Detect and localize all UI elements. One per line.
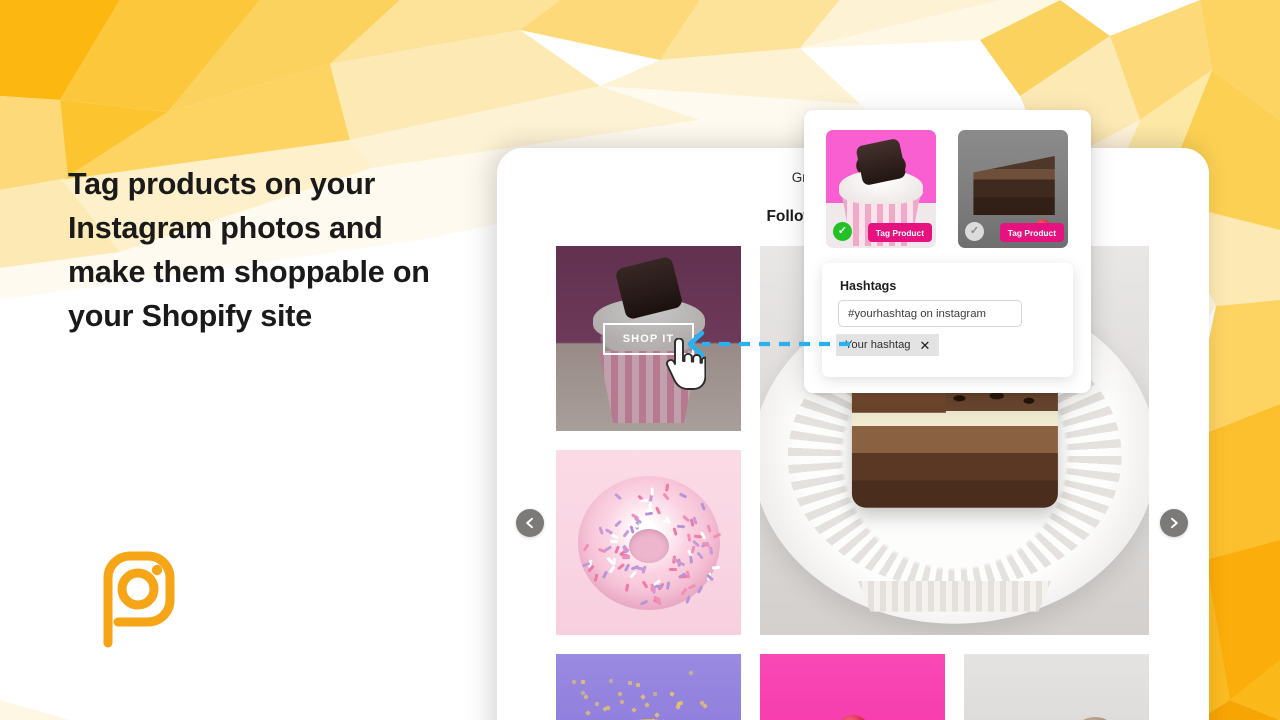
sprinkle-shape	[708, 546, 713, 555]
grid-photo-pink-cupcake[interactable]	[760, 654, 945, 720]
sprinkle-shape	[706, 524, 713, 533]
thumb-cake-shape	[973, 155, 1055, 215]
chevron-right-icon	[1171, 517, 1178, 529]
carousel-next-button[interactable]	[1160, 509, 1188, 537]
gold-flakes-shape	[556, 654, 741, 720]
gold-flake-shape	[640, 693, 646, 700]
carousel-prev-button[interactable]	[516, 509, 544, 537]
sprinkle-shape	[668, 568, 677, 572]
sprinkle-shape	[678, 492, 687, 500]
sprinkle-shape	[687, 583, 697, 590]
gold-flake-shape	[675, 704, 681, 711]
slide-canvas: Tag products on your Instagram photos an…	[0, 0, 1280, 720]
sprinkle-shape	[614, 519, 623, 528]
sprinkle-shape	[711, 565, 721, 570]
sprinkle-shape	[622, 528, 630, 538]
sprinkle-shape	[613, 492, 622, 501]
gold-flake-shape	[608, 679, 613, 684]
sprinkle-shape	[640, 599, 649, 607]
grid-photo-gold-donut[interactable]	[556, 654, 741, 720]
gold-flake-shape	[698, 700, 705, 706]
sprinkle-shape	[662, 492, 670, 501]
sprinkle-shape	[582, 543, 590, 553]
sprinkle-shape	[700, 501, 707, 511]
sprinkle-shape	[641, 580, 649, 590]
sprinkle-shape	[672, 527, 679, 536]
sprinkle-shape	[609, 539, 619, 544]
sprinkle-shape	[650, 583, 654, 592]
sprinkle-shape	[639, 498, 648, 503]
sprinkle-shape	[601, 570, 609, 580]
gold-flake-shape	[584, 709, 591, 716]
grid-photo-cake-slice[interactable]	[964, 654, 1149, 720]
gold-flake-shape	[688, 670, 694, 677]
sprinkle-shape	[607, 565, 616, 575]
instagram-logo-icon	[103, 551, 175, 648]
sprinkle-shape	[665, 482, 670, 492]
shop-it-overlay[interactable]: SHOP IT	[556, 246, 741, 431]
close-icon[interactable]: ✕	[920, 339, 931, 352]
gold-flake-shape	[605, 705, 611, 711]
sprinkle-shape	[598, 526, 605, 535]
tag-product-button[interactable]: Tag Product	[867, 223, 932, 242]
cherry-shape	[836, 715, 869, 720]
hashtag-chip[interactable]: Your hashtag ✕	[836, 334, 940, 356]
sprinkle-shape	[680, 587, 688, 596]
grid-photo-pink-donut[interactable]	[556, 450, 741, 635]
sprinkle-shape	[689, 544, 696, 554]
gold-flake-shape	[627, 680, 632, 685]
dessert-shape	[851, 383, 1058, 508]
thumb-unselected-check-icon[interactable]: ✓	[965, 222, 984, 241]
sprinkle-shape	[650, 487, 654, 496]
sprinkle-shape	[676, 525, 685, 529]
gold-flake-shape	[580, 679, 586, 685]
gold-flake-shape	[644, 701, 650, 708]
hashtag-input[interactable]	[838, 300, 1022, 327]
tag-product-button[interactable]: Tag Product	[999, 223, 1064, 242]
grid-photo-oreo-cupcake[interactable]: SHOP IT	[556, 246, 741, 431]
gold-flake-shape	[583, 694, 589, 700]
hashtag-chip-label: Your hashtag	[845, 339, 911, 351]
sprinkles-shape	[556, 450, 741, 635]
hashtags-card: Hashtags Your hashtag ✕	[822, 263, 1073, 377]
chevron-left-icon	[526, 517, 533, 529]
product-thumbnail-oreo-cupcake[interactable]: ✓ Tag Product	[826, 130, 936, 248]
shop-it-button[interactable]: SHOP IT	[602, 322, 695, 355]
product-thumbnail-chocolate-cake[interactable]: ✓ Tag Product	[958, 130, 1068, 248]
sprinkle-shape	[624, 583, 629, 592]
tag-products-panel: ✓ Tag Product ✓ Tag Product Hashtags You…	[804, 110, 1091, 393]
sprinkle-shape	[696, 585, 703, 594]
sprinkle-shape	[688, 555, 693, 565]
sprinkle-shape	[687, 533, 692, 542]
sprinkle-shape	[603, 545, 613, 553]
thumb-selected-check-icon[interactable]: ✓	[833, 222, 852, 241]
gold-flake-shape	[669, 691, 675, 697]
sprinkle-shape	[654, 584, 664, 589]
gold-flake-shape	[571, 679, 577, 685]
sprinkle-shape	[713, 532, 722, 539]
paper-liner-shape	[857, 580, 1052, 612]
sprinkle-shape	[628, 570, 637, 579]
gold-flake-shape	[630, 707, 637, 714]
sprinkle-shape	[654, 505, 661, 515]
sprinkle-shape	[696, 551, 704, 560]
gold-flake-shape	[619, 699, 625, 705]
sprinkle-shape	[665, 581, 671, 590]
sprinkle-shape	[593, 573, 598, 583]
gold-flake-shape	[636, 682, 641, 687]
gold-flake-shape	[653, 712, 660, 719]
page-title: Tag products on your Instagram photos an…	[68, 167, 430, 333]
sprinkle-shape	[684, 595, 691, 605]
gold-flake-shape	[595, 701, 600, 707]
sprinkle-shape	[635, 566, 644, 571]
gold-flake-shape	[617, 691, 623, 697]
gold-flake-shape	[653, 691, 658, 696]
product-thumbnail-list: ✓ Tag Product ✓ Tag Product	[826, 130, 1068, 248]
hashtags-label: Hashtags	[840, 279, 897, 293]
